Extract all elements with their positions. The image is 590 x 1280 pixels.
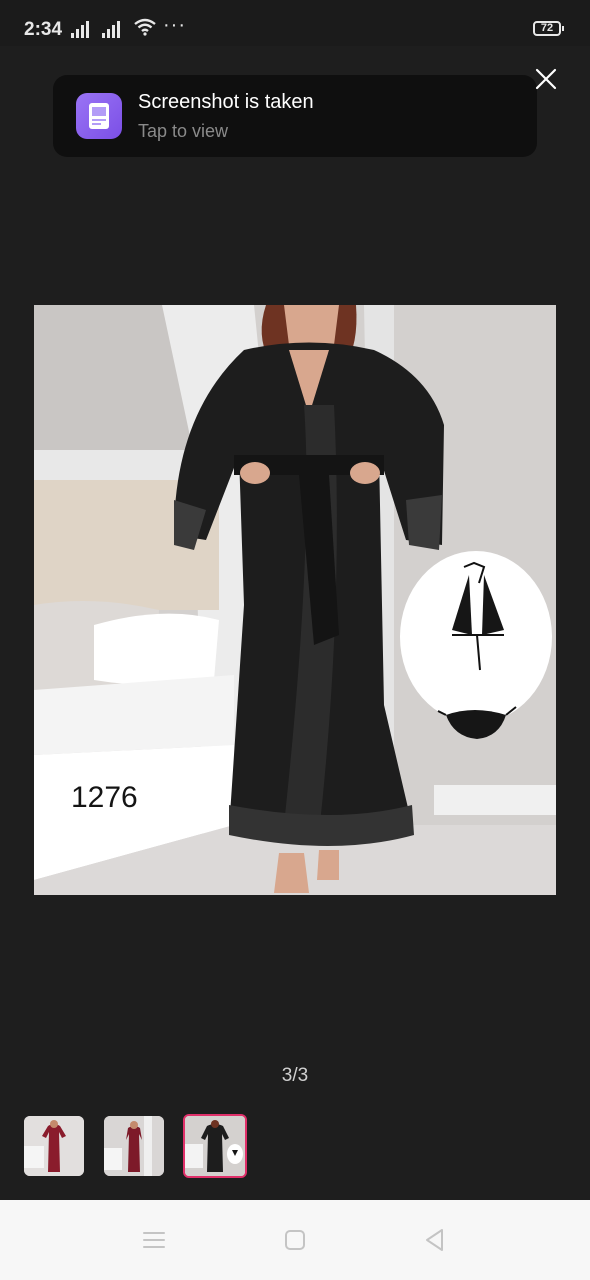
more-indicator: ···	[163, 14, 186, 36]
home-icon[interactable]	[280, 1225, 310, 1255]
battery-icon: 72	[533, 21, 564, 36]
battery-level: 72	[540, 22, 554, 34]
status-time: 2:34	[24, 19, 63, 40]
thumbnail-3[interactable]	[183, 1114, 247, 1178]
thumbnail-image	[24, 1116, 84, 1176]
back-icon[interactable]	[420, 1225, 450, 1255]
thumbnail-1[interactable]	[24, 1116, 84, 1176]
status-bar: 2:34 ··· 72	[0, 0, 590, 46]
toast-title: Screenshot is taken	[138, 91, 314, 113]
navigation-bar	[0, 1200, 590, 1280]
thumbnail-image	[104, 1116, 164, 1176]
menu-icon[interactable]	[139, 1225, 169, 1255]
toast-subtitle: Tap to view	[138, 121, 229, 141]
product-image[interactable]: 1276	[34, 305, 556, 895]
image-counter: 3/3	[281, 1065, 309, 1086]
gallery-icon	[76, 93, 122, 139]
close-icon[interactable]	[531, 64, 561, 94]
wifi-icon	[134, 18, 156, 36]
thumbnail-2[interactable]	[104, 1116, 164, 1176]
product-code: 1276	[71, 781, 138, 814]
signal-icon	[71, 20, 89, 38]
signal-icon	[102, 20, 120, 38]
thumbnail-image	[185, 1116, 245, 1176]
screenshot-toast[interactable]: Screenshot is taken Tap to view	[53, 75, 537, 157]
